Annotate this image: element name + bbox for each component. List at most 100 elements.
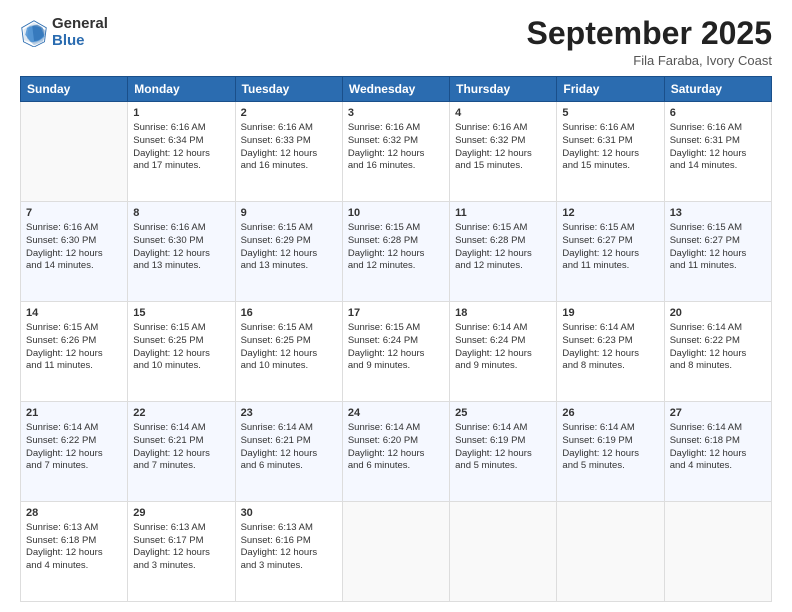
col-header-monday: Monday bbox=[128, 77, 235, 102]
cell-2-7: 13Sunrise: 6:15 AMSunset: 6:27 PMDayligh… bbox=[664, 202, 771, 302]
day-number: 9 bbox=[241, 206, 337, 221]
cell-1-3: 2Sunrise: 6:16 AMSunset: 6:33 PMDaylight… bbox=[235, 102, 342, 202]
day-number: 1 bbox=[133, 106, 229, 121]
day-info-line: Sunset: 6:22 PM bbox=[26, 435, 122, 448]
day-number: 27 bbox=[670, 406, 766, 421]
day-info-line: and 11 minutes. bbox=[562, 260, 658, 273]
day-info-line: Sunset: 6:29 PM bbox=[241, 235, 337, 248]
day-info-line: Sunrise: 6:14 AM bbox=[455, 422, 551, 435]
logo-general: General bbox=[52, 16, 108, 33]
day-info-line: Daylight: 12 hours bbox=[133, 248, 229, 261]
cell-2-1: 7Sunrise: 6:16 AMSunset: 6:30 PMDaylight… bbox=[21, 202, 128, 302]
logo-icon bbox=[20, 19, 48, 47]
day-info-line: Sunrise: 6:14 AM bbox=[562, 322, 658, 335]
day-info-line: Sunset: 6:22 PM bbox=[670, 335, 766, 348]
day-info-line: Daylight: 12 hours bbox=[26, 248, 122, 261]
day-number: 21 bbox=[26, 406, 122, 421]
cell-3-4: 17Sunrise: 6:15 AMSunset: 6:24 PMDayligh… bbox=[342, 302, 449, 402]
day-info-line: Sunset: 6:28 PM bbox=[348, 235, 444, 248]
day-info-line: Sunset: 6:21 PM bbox=[133, 435, 229, 448]
day-info-line: and 6 minutes. bbox=[348, 460, 444, 473]
day-info-line: Daylight: 12 hours bbox=[133, 448, 229, 461]
cell-4-3: 23Sunrise: 6:14 AMSunset: 6:21 PMDayligh… bbox=[235, 402, 342, 502]
day-info-line: Daylight: 12 hours bbox=[241, 547, 337, 560]
day-info-line: and 15 minutes. bbox=[455, 160, 551, 173]
day-info-line: Sunset: 6:21 PM bbox=[241, 435, 337, 448]
day-number: 28 bbox=[26, 506, 122, 521]
day-info-line: Sunrise: 6:15 AM bbox=[670, 222, 766, 235]
week-row-4: 21 Sunrise: 6:14 AM Sunset: 6:22 PM Dayligh… bbox=[21, 402, 772, 502]
day-number: 12 bbox=[562, 206, 658, 221]
day-number: 22 bbox=[133, 406, 229, 421]
cell-5-3: 30Sunrise: 6:13 AMSunset: 6:16 PMDayligh… bbox=[235, 502, 342, 602]
day-info-line: and 10 minutes. bbox=[241, 360, 337, 373]
day-info-line: Sunrise: 6:14 AM bbox=[670, 422, 766, 435]
day-info-line: Sunset: 6:27 PM bbox=[562, 235, 658, 248]
day-info-line: Sunrise: 6:15 AM bbox=[241, 222, 337, 235]
day-info-line: Sunrise: 6:15 AM bbox=[348, 322, 444, 335]
day-info-line: Daylight: 12 hours bbox=[455, 448, 551, 461]
day-number: 26 bbox=[562, 406, 658, 421]
cell-4-1: 21Sunrise: 6:14 AMSunset: 6:22 PMDayligh… bbox=[21, 402, 128, 502]
day-info-line: Sunrise: 6:14 AM bbox=[562, 422, 658, 435]
day-info-line: Sunrise: 6:16 AM bbox=[133, 222, 229, 235]
week-row-5: 28Sunrise: 6:13 AMSunset: 6:18 PMDayligh… bbox=[21, 502, 772, 602]
cell-5-5 bbox=[450, 502, 557, 602]
day-info-line: and 12 minutes. bbox=[455, 260, 551, 273]
cell-1-2: 1Sunrise: 6:16 AMSunset: 6:34 PMDaylight… bbox=[128, 102, 235, 202]
day-info-line: Daylight: 12 hours bbox=[562, 148, 658, 161]
day-info-line: and 13 minutes. bbox=[133, 260, 229, 273]
day-info-line: and 10 minutes. bbox=[133, 360, 229, 373]
cell-1-7: 6Sunrise: 6:16 AMSunset: 6:31 PMDaylight… bbox=[664, 102, 771, 202]
cell-2-6: 12Sunrise: 6:15 AMSunset: 6:27 PMDayligh… bbox=[557, 202, 664, 302]
day-info-line: Sunrise: 6:15 AM bbox=[241, 322, 337, 335]
day-info-line: Sunrise: 6:16 AM bbox=[455, 122, 551, 135]
day-info-line: Sunrise: 6:15 AM bbox=[562, 222, 658, 235]
day-info-line: Sunset: 6:28 PM bbox=[455, 235, 551, 248]
day-number: 5 bbox=[562, 106, 658, 121]
day-info-line: Sunset: 6:30 PM bbox=[133, 235, 229, 248]
day-info-line: Sunset: 6:26 PM bbox=[26, 335, 122, 348]
col-header-sunday: Sunday bbox=[21, 77, 128, 102]
day-info-line: Daylight: 12 hours bbox=[133, 547, 229, 560]
cell-5-7 bbox=[664, 502, 771, 602]
day-info-line: and 7 minutes. bbox=[133, 460, 229, 473]
cell-4-5: 25Sunrise: 6:14 AMSunset: 6:19 PMDayligh… bbox=[450, 402, 557, 502]
calendar-body: 1Sunrise: 6:16 AMSunset: 6:34 PMDaylight… bbox=[21, 102, 772, 602]
cell-3-7: 20Sunrise: 6:14 AMSunset: 6:22 PMDayligh… bbox=[664, 302, 771, 402]
cell-4-4: 24Sunrise: 6:14 AMSunset: 6:20 PMDayligh… bbox=[342, 402, 449, 502]
day-number: 10 bbox=[348, 206, 444, 221]
day-info-line: and 3 minutes. bbox=[241, 560, 337, 573]
day-info-line: Daylight: 12 hours bbox=[26, 547, 122, 560]
cell-3-1: 14Sunrise: 6:15 AMSunset: 6:26 PMDayligh… bbox=[21, 302, 128, 402]
day-info-line: Sunset: 6:25 PM bbox=[133, 335, 229, 348]
day-info-line: and 14 minutes. bbox=[26, 260, 122, 273]
day-number: 20 bbox=[670, 306, 766, 321]
day-number: 29 bbox=[133, 506, 229, 521]
day-number: 2 bbox=[241, 106, 337, 121]
cell-5-1: 28Sunrise: 6:13 AMSunset: 6:18 PMDayligh… bbox=[21, 502, 128, 602]
cell-1-4: 3Sunrise: 6:16 AMSunset: 6:32 PMDaylight… bbox=[342, 102, 449, 202]
day-info-line: Daylight: 12 hours bbox=[133, 348, 229, 361]
header: General Blue September 2025 Fila Faraba,… bbox=[20, 16, 772, 68]
day-info-line: Daylight: 12 hours bbox=[348, 348, 444, 361]
day-info-line: and 5 minutes. bbox=[562, 460, 658, 473]
col-header-thursday: Thursday bbox=[450, 77, 557, 102]
day-info-line: Sunset: 6:25 PM bbox=[241, 335, 337, 348]
day-number: 16 bbox=[241, 306, 337, 321]
day-info-line: Sunrise: 6:15 AM bbox=[26, 322, 122, 335]
cell-2-4: 10Sunrise: 6:15 AMSunset: 6:28 PMDayligh… bbox=[342, 202, 449, 302]
day-info-line: Daylight: 12 hours bbox=[670, 148, 766, 161]
day-info-line: Daylight: 12 hours bbox=[133, 148, 229, 161]
day-number: 19 bbox=[562, 306, 658, 321]
header-row: SundayMondayTuesdayWednesdayThursdayFrid… bbox=[21, 77, 772, 102]
day-info-line: Sunset: 6:32 PM bbox=[455, 135, 551, 148]
day-info-line: Sunrise: 6:14 AM bbox=[241, 422, 337, 435]
day-info-line: Daylight: 12 hours bbox=[26, 348, 122, 361]
day-info-line: Sunrise: 6:16 AM bbox=[241, 122, 337, 135]
cell-5-2: 29Sunrise: 6:13 AMSunset: 6:17 PMDayligh… bbox=[128, 502, 235, 602]
day-info-line: and 12 minutes. bbox=[348, 260, 444, 273]
day-info-line: and 9 minutes. bbox=[348, 360, 444, 373]
logo-text: General Blue bbox=[52, 16, 108, 49]
location: Fila Faraba, Ivory Coast bbox=[527, 53, 772, 68]
